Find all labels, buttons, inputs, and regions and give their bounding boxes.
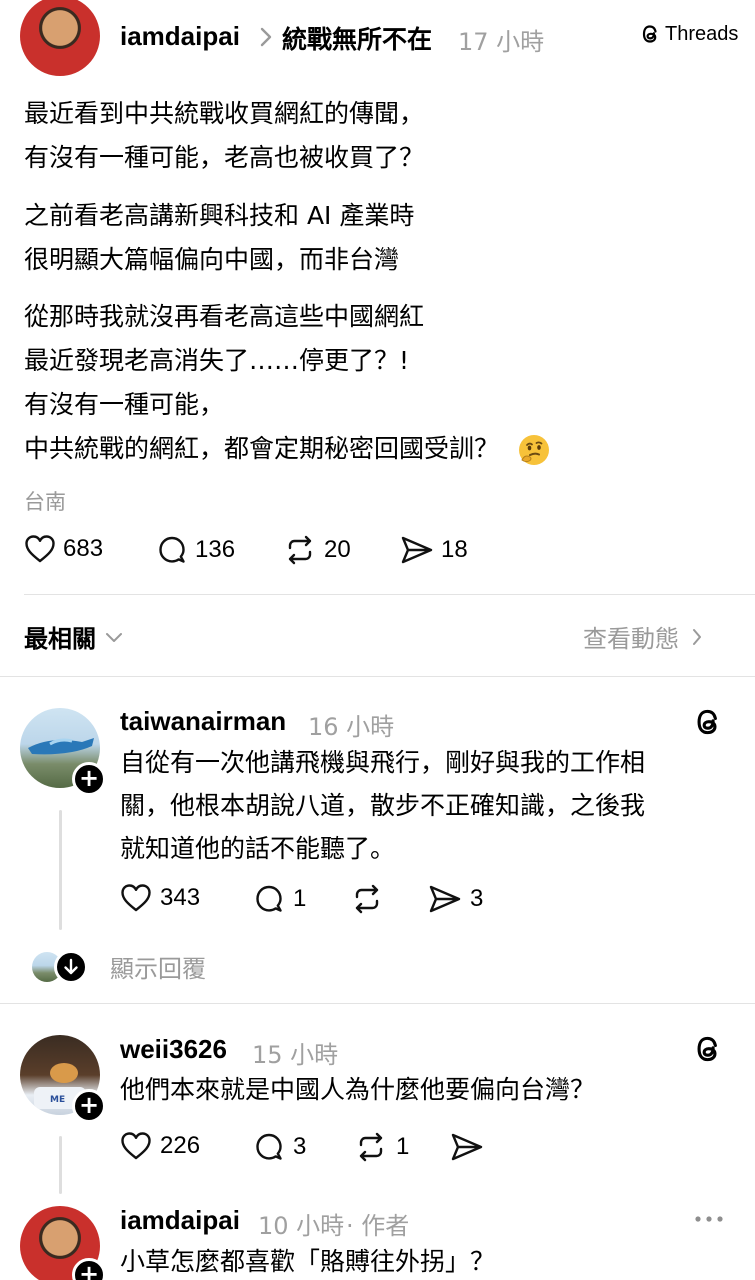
- threads-logo-icon: [641, 22, 661, 46]
- post-line: 很明顯大篇幅偏向中國，而非台灣: [24, 245, 400, 274]
- post-line: 最近看到中共統戰收買網紅的傳聞，: [24, 99, 425, 128]
- reply-body: 自從有一次他講飛機與飛行，剛好與我的工作相 關，他根本胡說八道，散步不正確知識，…: [120, 741, 720, 870]
- repost-count: 20: [324, 536, 351, 563]
- author-tag: · 作者: [346, 1212, 410, 1240]
- send-icon: [400, 534, 434, 566]
- comment-action[interactable]: 136: [156, 534, 235, 566]
- like-count: 226: [160, 1132, 201, 1159]
- reply-line: 小草怎麼都喜歡「賂賻往外拐」？: [120, 1247, 496, 1276]
- comment-count: 3: [293, 1133, 307, 1160]
- repost-action[interactable]: 1: [354, 1131, 409, 1163]
- repost-count: 1: [396, 1133, 410, 1160]
- reply-body: 小草怎麼都喜歡「賂賻往外拐」？: [120, 1240, 720, 1280]
- repost-action[interactable]: 20: [283, 534, 351, 566]
- threads-badge[interactable]: Threads: [641, 22, 738, 46]
- reply-line: 他們本來就是中國人為什麼他要偏向台灣？: [120, 1075, 596, 1104]
- sort-dropdown[interactable]: 最相關: [24, 619, 124, 654]
- heart-icon: [120, 883, 152, 913]
- community-name[interactable]: 統戰無所不在: [282, 20, 432, 56]
- share-action[interactable]: [450, 1131, 492, 1163]
- reply-username[interactable]: weii3626: [120, 1034, 227, 1065]
- avatar[interactable]: [20, 0, 100, 76]
- thread-line: [59, 1136, 62, 1194]
- post-paragraph: 從那時我就沒再看老高這些中國網紅 最近發現老高消失了……停更了？! 有沒有一種可…: [24, 295, 724, 471]
- reply-line: 就知道他的話不能聽了。: [120, 834, 396, 863]
- repost-icon: [350, 883, 384, 915]
- heart-icon: [24, 534, 56, 564]
- comment-count: 136: [195, 536, 236, 563]
- divider: [24, 594, 755, 595]
- repost-action[interactable]: [350, 883, 392, 915]
- post-paragraph: 之前看老高講新興科技和 AI 產業時 很明顯大篇幅偏向中國，而非台灣: [24, 194, 724, 282]
- reply-line: 自從有一次他講飛機與飛行，剛好與我的工作相: [120, 748, 646, 777]
- heart-icon: [120, 1131, 152, 1161]
- post-line: 最近發現老高消失了……停更了？!: [24, 346, 410, 375]
- show-replies-label: 顯示回覆: [110, 955, 206, 983]
- sort-label: 最相關: [24, 625, 96, 653]
- post-line: 有沒有一種可能，: [24, 390, 225, 419]
- share-action[interactable]: 3: [428, 883, 483, 915]
- reply-time: 16 小時: [308, 713, 395, 741]
- threads-logo-icon[interactable]: [693, 705, 725, 739]
- comment-icon: [253, 883, 285, 915]
- reply-body: 他們本來就是中國人為什麼他要偏向台灣？: [120, 1068, 730, 1111]
- reply-time: 10 小時: [258, 1212, 345, 1240]
- thread-line: [59, 810, 62, 930]
- like-action[interactable]: 683: [24, 534, 103, 564]
- svg-text:ME: ME: [50, 1095, 65, 1105]
- like-action[interactable]: 226: [120, 1131, 200, 1161]
- comment-count: 1: [293, 885, 307, 912]
- threads-badge-label: Threads: [665, 22, 739, 45]
- follow-button[interactable]: +: [72, 1089, 106, 1123]
- share-count: 18: [441, 536, 468, 563]
- share-count: 3: [470, 885, 484, 912]
- reply-username[interactable]: taiwanairman: [120, 706, 286, 737]
- like-count: 343: [160, 884, 201, 911]
- post-location[interactable]: 台南: [24, 486, 66, 516]
- more-icon[interactable]: [693, 1212, 725, 1226]
- comment-icon: [253, 1131, 285, 1163]
- send-icon: [428, 883, 462, 915]
- comment-icon: [156, 534, 188, 566]
- like-count: 683: [63, 535, 104, 562]
- thinking-face-emoji: [517, 433, 551, 467]
- post-line: 中共統戰的網紅，都會定期秘密回國受訓？: [24, 427, 724, 471]
- comment-action[interactable]: 1: [253, 883, 306, 915]
- send-icon: [450, 1131, 484, 1163]
- divider: [0, 676, 755, 677]
- show-replies-button[interactable]: 顯示回覆: [32, 949, 206, 984]
- share-action[interactable]: 18: [400, 534, 468, 566]
- chevron-down-icon: [104, 630, 124, 644]
- comment-action[interactable]: 3: [253, 1131, 306, 1163]
- reply-username[interactable]: iamdaipai: [120, 1205, 240, 1236]
- threads-logo-icon[interactable]: [693, 1032, 725, 1066]
- post-line-text: 中共統戰的網紅，都會定期秘密回國受訓？: [24, 434, 500, 463]
- chevron-right-icon: [691, 627, 703, 647]
- expand-replies-icon: [54, 949, 88, 984]
- view-activity-label: 查看動態: [583, 625, 679, 653]
- post-time: 17 小時: [458, 28, 545, 56]
- post-username[interactable]: iamdaipai: [120, 21, 240, 52]
- divider: [0, 1003, 755, 1004]
- repost-icon: [283, 534, 317, 566]
- post-paragraph: 最近看到中共統戰收買網紅的傳聞， 有沒有一種可能，老高也被收買了？: [24, 92, 724, 180]
- repost-icon: [354, 1131, 388, 1163]
- like-action[interactable]: 343: [120, 883, 200, 913]
- post-line: 從那時我就沒再看老高這些中國網紅: [24, 302, 425, 331]
- post-line: 之前看老高講新興科技和 AI 產業時: [24, 201, 415, 230]
- follow-button[interactable]: +: [72, 762, 106, 796]
- follow-button[interactable]: +: [72, 1258, 106, 1280]
- view-activity-link[interactable]: 查看動態: [583, 619, 703, 654]
- reply-time: 15 小時: [252, 1041, 339, 1069]
- chevron-right-icon: [258, 26, 274, 48]
- post-line: 有沒有一種可能，老高也被收買了？: [24, 143, 425, 172]
- reply-line: 關，他根本胡說八道，散步不正確知識，之後我: [120, 791, 646, 820]
